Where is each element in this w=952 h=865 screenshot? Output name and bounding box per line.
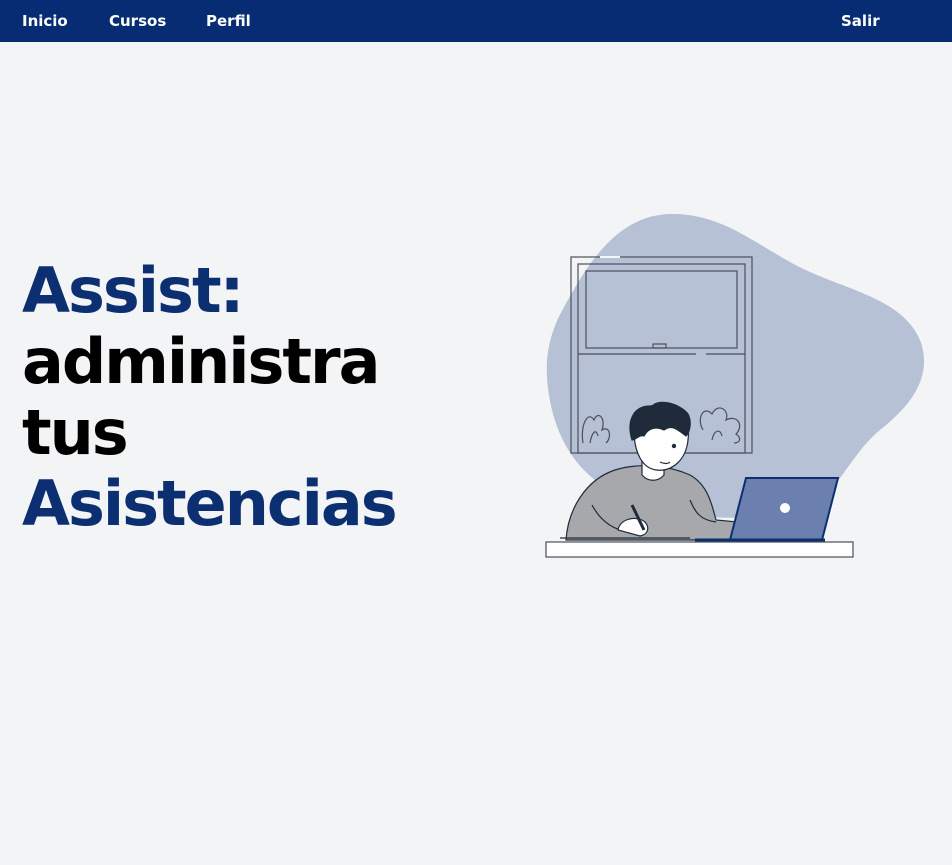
nav-link-inicio[interactable]: Inicio xyxy=(22,0,68,42)
nav-link-perfil[interactable]: Perfil xyxy=(206,0,251,42)
hero-line-administra: administra xyxy=(22,325,380,398)
top-navbar: Inicio Cursos Perfil Salir xyxy=(0,0,952,42)
hero-brand: Assist: xyxy=(22,254,244,327)
desk xyxy=(545,541,854,558)
hero-line-tus: tus xyxy=(22,396,129,469)
student-laptop-illustration xyxy=(545,214,925,558)
background-blob xyxy=(546,214,925,518)
hero-line-asistencias: Asistencias xyxy=(22,467,398,540)
logout-link[interactable]: Salir xyxy=(841,0,880,42)
hero-title: Assist: administra tus Asistencias xyxy=(22,254,398,540)
nav-link-cursos[interactable]: Cursos xyxy=(109,0,166,42)
